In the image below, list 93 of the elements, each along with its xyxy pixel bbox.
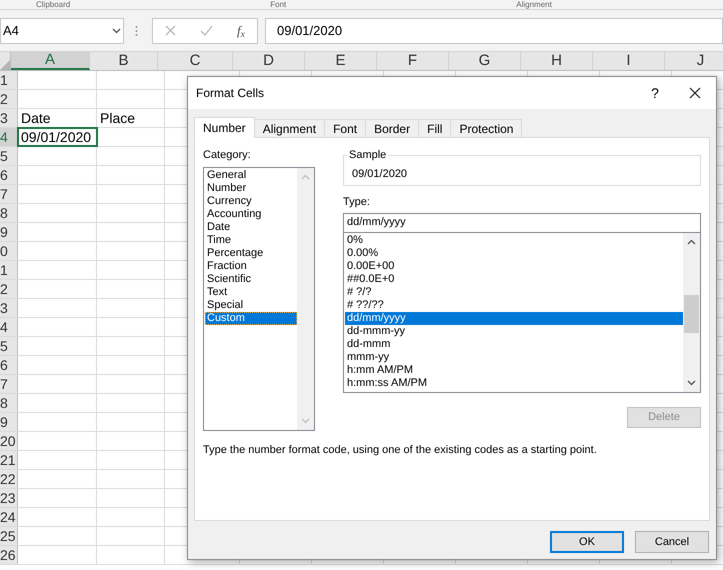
type-item[interactable]: # ??/??	[345, 298, 683, 312]
column-header[interactable]: I	[593, 52, 665, 70]
column-header[interactable]: E	[305, 52, 377, 70]
row-header[interactable]: 26	[0, 546, 18, 564]
row-header[interactable]: 7	[0, 375, 18, 393]
row-header[interactable]: 4	[0, 318, 18, 336]
type-label: Type:	[343, 195, 371, 210]
insert-function-button[interactable]: f$_{x}$	[237, 20, 245, 40]
type-item[interactable]: dd/mm/yyyy	[345, 312, 683, 324]
row-header[interactable]: 5	[0, 337, 18, 355]
row-header[interactable]: 4	[0, 128, 18, 146]
more-icon	[135, 24, 138, 36]
row-header[interactable]: 1	[0, 261, 18, 279]
description-text: Type the number format code, using one of the existing codes as a starting point.	[203, 442, 598, 458]
row-header[interactable]: 24	[0, 508, 18, 526]
category-label: Category:	[203, 148, 252, 163]
enter-icon[interactable]	[200, 25, 214, 36]
dropdown-icon[interactable]	[112, 28, 121, 34]
row-header[interactable]: 6	[0, 166, 18, 184]
cell-text: Place	[99, 108, 136, 128]
scroll-down-icon[interactable]	[687, 380, 696, 386]
row-header[interactable]: 20	[0, 432, 18, 450]
type-field[interactable]: dd/mm/yyyy	[343, 212, 701, 232]
name-box[interactable]: A4	[0, 18, 124, 44]
column-header[interactable]: F	[377, 52, 449, 70]
dialog-title: Format Cells	[196, 85, 266, 102]
column-header[interactable]: J	[665, 52, 723, 70]
type-item[interactable]: dd-mmm	[345, 338, 683, 350]
type-item[interactable]: 0.00E+00	[345, 260, 683, 272]
scrollbar[interactable]	[683, 232, 700, 392]
cancel-icon[interactable]	[165, 25, 176, 36]
row-header[interactable]: 25	[0, 527, 18, 545]
row-header[interactable]: 23	[0, 489, 18, 507]
type-list[interactable]: 0% 0.00% 0.00E+00 ##0.0E+0 # ?/? # ??/?? dd/mm/yyyy dd-mmm-yy dd-mmm mmm-yy h:mm AM/PM h:mm:ss AM/PM	[343, 232, 701, 392]
category-item[interactable]: Number	[205, 182, 297, 194]
column-header[interactable]: H	[521, 52, 593, 70]
category-item[interactable]: Date	[205, 220, 297, 234]
row-header[interactable]: 8	[0, 394, 18, 412]
category-item[interactable]: Percentage	[205, 246, 297, 260]
cell-text: Date	[20, 108, 52, 128]
row-header[interactable]: 1	[0, 71, 18, 89]
tab[interactable]: Number	[194, 117, 255, 138]
row-header[interactable]: 0	[0, 242, 18, 260]
ribbon-group-label: Clipboard	[36, 0, 70, 9]
row-header[interactable]: 2	[0, 90, 18, 108]
row-header[interactable]: 3	[0, 299, 18, 317]
type-item[interactable]: dd-mmm-yy	[345, 324, 683, 338]
column-header[interactable]: G	[449, 52, 521, 70]
type-item[interactable]: h:mm:ss AM/PM	[345, 376, 683, 390]
row-header[interactable]: 8	[0, 204, 18, 222]
formula-field[interactable]: 09/01/2020	[265, 18, 723, 44]
type-item[interactable]: # ?/?	[345, 286, 683, 298]
column-header[interactable]: B	[90, 52, 158, 70]
ribbon-group-label: Font	[270, 0, 286, 9]
category-item[interactable]: Currency	[205, 194, 297, 208]
row-header[interactable]: 7	[0, 185, 18, 203]
type-item[interactable]: 0.00%	[345, 246, 683, 260]
scroll-up-icon[interactable]	[687, 238, 696, 244]
row-header[interactable]: 3	[0, 109, 18, 127]
dialog-button[interactable]: Cancel	[635, 531, 709, 553]
close-icon[interactable]	[689, 87, 701, 99]
category-item[interactable]: Time	[205, 234, 297, 246]
column-header[interactable]: C	[158, 52, 233, 70]
row-header[interactable]: 2	[0, 280, 18, 298]
row-header[interactable]: 6	[0, 356, 18, 374]
category-item[interactable]: Fraction	[205, 260, 297, 272]
sample-label: Sample	[347, 148, 388, 162]
row-header[interactable]: 9	[0, 413, 18, 431]
tab[interactable]: Alignment	[254, 119, 326, 138]
category-item[interactable]: Text	[205, 286, 297, 298]
dialog-button[interactable]: OK	[550, 531, 624, 553]
category-item[interactable]: Custom	[205, 312, 297, 324]
column-header[interactable]: A	[11, 52, 90, 70]
tab[interactable]: Protection	[450, 119, 522, 138]
category-item[interactable]: Accounting	[205, 208, 297, 220]
ribbon-group-label: Alignment	[516, 0, 552, 9]
row-header[interactable]: 22	[0, 470, 18, 488]
category-item[interactable]: Scientific	[205, 272, 297, 286]
row-header[interactable]: 5	[0, 147, 18, 165]
scrollbar-thumb[interactable]	[684, 294, 699, 332]
category-item[interactable]: General	[205, 168, 297, 182]
sample-value: 09/01/2020	[352, 166, 408, 182]
type-item[interactable]: ##0.0E+0	[345, 272, 683, 286]
category-item[interactable]: Special	[205, 298, 297, 312]
type-item[interactable]: 0%	[345, 234, 683, 246]
category-list[interactable]: General Number Currency Accounting Date Time Percentage Fraction Scientific Text Special Custom	[203, 166, 315, 430]
row-header[interactable]: 9	[0, 223, 18, 241]
row-header[interactable]: 21	[0, 451, 18, 469]
type-item[interactable]: h:mm AM/PM	[345, 364, 683, 376]
column-header[interactable]: D	[233, 52, 305, 70]
cell-text: 09/01/2020	[20, 128, 92, 146]
help-button[interactable]: ?	[645, 82, 665, 104]
type-item[interactable]: mmm-yy	[345, 350, 683, 364]
